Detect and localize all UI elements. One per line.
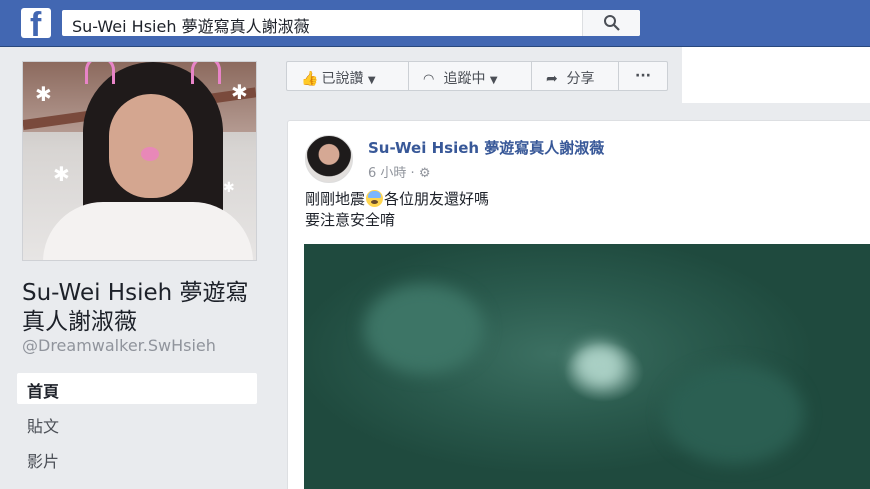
following-button[interactable]: ◠ 追蹤中 ▼ [409, 62, 532, 90]
search-box[interactable]: Su-Wei Hsieh 夢遊寫真人謝淑薇 [62, 10, 640, 36]
search-input[interactable]: Su-Wei Hsieh 夢遊寫真人謝淑薇 [72, 13, 310, 37]
nav-item-home[interactable]: 首頁 [17, 373, 257, 404]
author-avatar[interactable] [305, 135, 353, 183]
post-image[interactable] [304, 244, 870, 489]
nav-item-posts[interactable]: 貼文 [17, 408, 257, 439]
page-action-bar: 👍 已說讚 ▼ ◠ 追蹤中 ▼ ➦ 分享 ··· [286, 61, 668, 91]
top-navigation-bar: f Su-Wei Hsieh 夢遊寫真人謝淑薇 [0, 0, 870, 47]
right-panel [682, 47, 870, 103]
rss-icon: ◠ [423, 72, 435, 87]
chevron-down-icon: ▼ [489, 75, 498, 86]
chevron-down-icon: ▼ [367, 75, 376, 86]
nav-item-videos[interactable]: 影片 [17, 443, 257, 474]
facebook-logo-icon[interactable]: f [21, 8, 51, 38]
search-button[interactable] [582, 10, 640, 36]
liked-button[interactable]: 👍 已說讚 ▼ [287, 62, 409, 90]
fearful-face-emoji-icon [366, 190, 384, 207]
page-name: Su-Wei Hsieh 夢遊寫真人謝淑薇 [22, 280, 249, 335]
page-handle[interactable]: @Dreamwalker.SwHsieh [22, 336, 216, 355]
post-timestamp[interactable]: 6 小時 · ⚙ [368, 162, 430, 181]
profile-picture[interactable]: ✱ ✱ ✱ ✱ [22, 61, 257, 261]
post-card: Su-Wei Hsieh 夢遊寫真人謝淑薇 6 小時 · ⚙ 剛剛地震 各位朋友還… [287, 120, 870, 489]
share-button[interactable]: ➦ 分享 [532, 62, 619, 90]
post-text: 剛剛地震 各位朋友還好嗎 要注意安全唷 [305, 190, 490, 229]
share-arrow-icon: ➦ [546, 71, 558, 87]
search-icon [604, 15, 620, 31]
post-author-link[interactable]: Su-Wei Hsieh 夢遊寫真人謝淑薇 [368, 137, 604, 158]
globe-icon: ⚙ [418, 166, 431, 181]
more-options-button[interactable]: ··· [619, 62, 667, 90]
thumbs-up-icon: 👍 [301, 71, 319, 87]
